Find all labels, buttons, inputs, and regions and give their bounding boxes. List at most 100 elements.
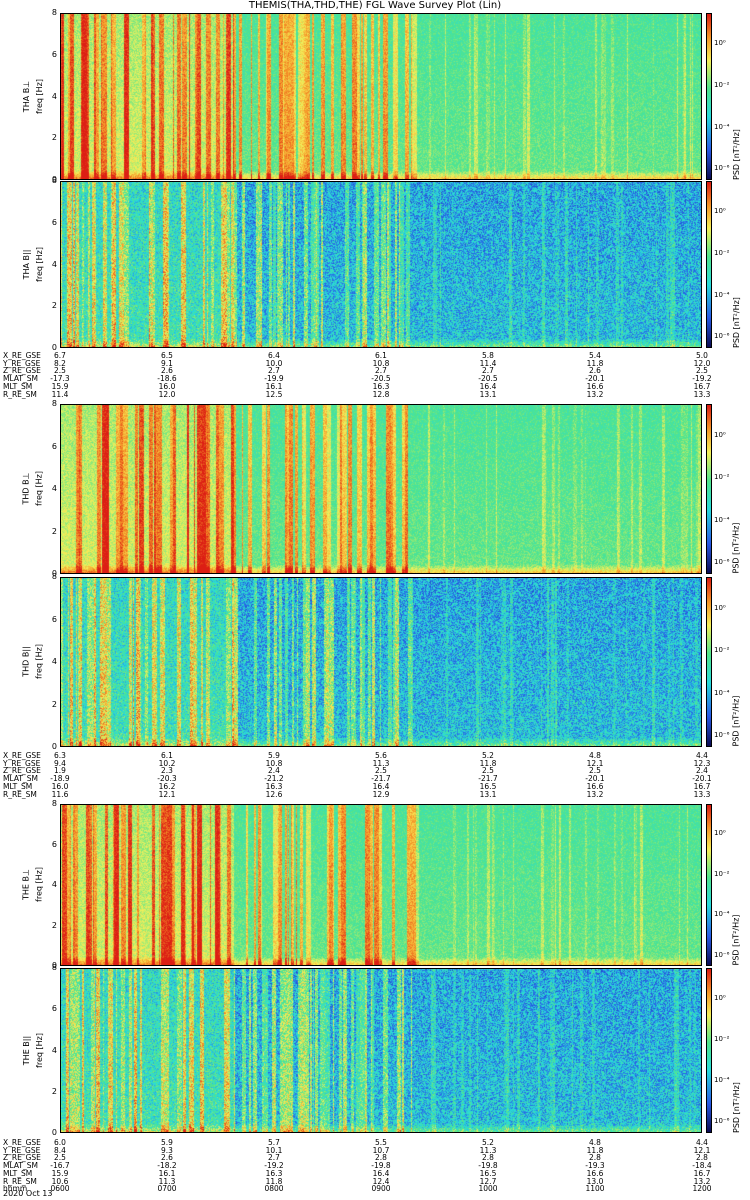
colorbar-tick-label: 10⁻⁶ <box>714 164 730 173</box>
y-tick-label: 4 <box>51 484 57 493</box>
colorbar-tick-label: 10⁻⁶ <box>714 731 730 740</box>
ephemeris-value: 12.1 <box>158 789 176 799</box>
colorbar-tick-label: 10⁻² <box>714 869 730 878</box>
ephemeris-value: 12.8 <box>372 389 390 399</box>
ephemeris-value: 13.1 <box>479 389 497 399</box>
ephemeris-value: 11.6 <box>51 789 69 799</box>
spectrogram-panel <box>60 13 702 180</box>
colorbar-tick-label: 10⁰ <box>714 993 726 1002</box>
colorbar-tick-label: 10⁻⁴ <box>714 290 730 299</box>
colorbar-tick-label: 10⁻² <box>714 1034 730 1043</box>
colorbar-tick-label: 10⁻⁶ <box>714 950 730 959</box>
y-tick-label: 6 <box>51 614 57 624</box>
ephemeris-value: 1100 <box>585 1184 605 1194</box>
colorbar-tick-label: 10⁻⁶ <box>714 558 730 567</box>
y-tick-label: 4 <box>51 91 57 101</box>
footer-date: 2020 Oct 13 <box>3 1189 53 1198</box>
colorbar-tick-label: 10⁰ <box>714 829 726 838</box>
y-tick-label: 0 <box>51 742 57 751</box>
y-axis-label: THE B⊥ <box>21 869 31 900</box>
ephemeris-value: 0700 <box>157 1184 177 1194</box>
y-tick-label: 4 <box>51 657 57 666</box>
y-axis-label: THA B⊥ <box>21 80 31 112</box>
y-tick-label: 6 <box>51 49 57 59</box>
spectrogram-image <box>60 804 702 966</box>
y-tick-label: 2 <box>51 133 57 143</box>
ephemeris-value: 12.5 <box>265 389 283 399</box>
y-tick-label: 8 <box>51 8 57 17</box>
y-tick-label: 8 <box>51 176 57 185</box>
y-tick-label: 2 <box>51 1086 57 1096</box>
spectrogram-image <box>60 181 702 348</box>
y-tick-label: 6 <box>51 441 57 451</box>
ephemeris-value: 13.3 <box>693 389 711 399</box>
y-tick-label: 4 <box>51 259 57 269</box>
colorbar-tick-label: 10⁻² <box>714 646 730 655</box>
ephemeris-value: 1200 <box>692 1184 712 1194</box>
ephemeris-value: 12.6 <box>265 789 283 799</box>
ephemeris-label: R_RE_SM <box>3 789 37 799</box>
spectrogram-panel <box>60 181 702 348</box>
colorbar-label: PSD [nT²/Hz] <box>731 296 741 348</box>
ephemeris-value: 0800 <box>264 1184 284 1194</box>
ephemeris-value: 13.2 <box>586 789 604 799</box>
colorbar <box>706 577 712 747</box>
ephemeris-value: 12.0 <box>158 389 176 399</box>
ephemeris-value: 13.3 <box>693 789 711 799</box>
y-tick-label: 6 <box>51 839 57 849</box>
colorbar-gradient <box>707 182 711 347</box>
spectrogram-image <box>60 404 702 574</box>
ephemeris-label: R_RE_SM <box>3 389 37 399</box>
colorbar-tick-label: 10⁻⁴ <box>714 515 730 524</box>
colorbar-label: PSD [nT²/Hz] <box>731 128 741 180</box>
colorbar-label: PSD [nT²/Hz] <box>731 695 741 747</box>
colorbar-gradient <box>707 405 711 573</box>
y-tick-label: 8 <box>51 572 57 581</box>
colorbar-tick-label: 10⁰ <box>714 603 726 612</box>
y-tick-label: 0 <box>51 1128 57 1137</box>
colorbar-tick-label: 10⁻² <box>714 80 730 89</box>
spectrogram-image <box>60 968 702 1133</box>
colorbar <box>706 804 712 966</box>
colorbar <box>706 13 712 180</box>
ephemeris-value: 11.4 <box>51 389 69 399</box>
y-axis-label: THD B|| <box>21 646 31 677</box>
spectrogram-panel <box>60 968 702 1133</box>
y-tick-label: 6 <box>51 1004 57 1014</box>
spectrogram-panel <box>60 404 702 574</box>
y-tick-label: 8 <box>51 963 57 972</box>
colorbar-label: PSD [nT²/Hz] <box>731 914 741 966</box>
colorbar <box>706 968 712 1133</box>
spectrogram-panel <box>60 577 702 747</box>
colorbar-tick-label: 10⁰ <box>714 39 726 48</box>
ephemeris-value: 1000 <box>478 1184 498 1194</box>
spectrogram-panel <box>60 804 702 966</box>
colorbar-gradient <box>707 969 711 1132</box>
colorbar-tick-label: 10⁻⁴ <box>714 910 730 919</box>
y-tick-label: 4 <box>51 880 57 889</box>
y-tick-label: 8 <box>51 799 57 808</box>
colorbar-gradient <box>707 805 711 965</box>
colorbar-tick-label: 10⁻² <box>714 248 730 257</box>
colorbar-tick-label: 10⁻⁴ <box>714 688 730 697</box>
y-tick-label: 2 <box>51 301 57 311</box>
colorbar-tick-label: 10⁻⁴ <box>714 122 730 131</box>
colorbar-gradient <box>707 578 711 746</box>
spectrogram-image <box>60 577 702 747</box>
colorbar-gradient <box>707 14 711 179</box>
colorbar <box>706 404 712 574</box>
colorbar-label: PSD [nT²/Hz] <box>731 522 741 574</box>
colorbar-tick-label: 10⁻⁶ <box>714 332 730 341</box>
y-tick-label: 2 <box>51 526 57 536</box>
y-tick-label: 6 <box>51 217 57 227</box>
colorbar-tick-label: 10⁻⁶ <box>714 1117 730 1126</box>
colorbar-tick-label: 10⁰ <box>714 430 726 439</box>
plot-title: THEMIS(THA,THD,THE) FGL Wave Survey Plot… <box>248 0 502 11</box>
colorbar-tick-label: 10⁻⁴ <box>714 1076 730 1085</box>
colorbar <box>706 181 712 348</box>
y-tick-label: 2 <box>51 699 57 709</box>
y-tick-label: 2 <box>51 920 57 930</box>
colorbar-label: PSD [nT²/Hz] <box>731 1081 741 1133</box>
spectrogram-image <box>60 13 702 180</box>
y-axis-label: THA B|| <box>21 249 31 279</box>
